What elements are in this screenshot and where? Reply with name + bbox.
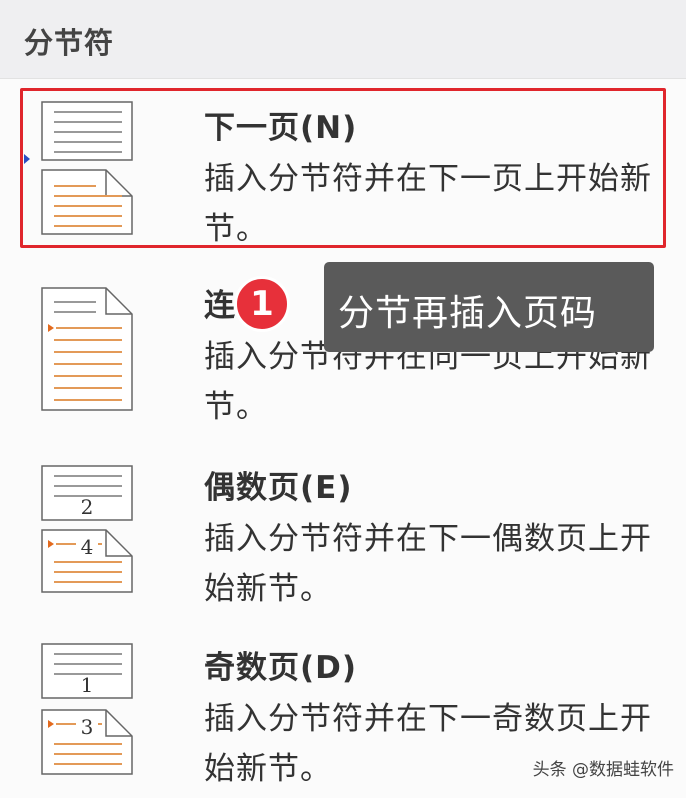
svg-text:3: 3 xyxy=(81,715,94,739)
tooltip-text: 分节再插入页码 xyxy=(338,293,598,334)
page-break-even-icon: 2 4 xyxy=(41,465,133,593)
menu-item-label: 偶数页(E) xyxy=(204,470,353,506)
svg-text:2: 2 xyxy=(81,495,94,519)
watermark: 头条 @数据蛙软件 xyxy=(532,760,674,780)
menu-item-label: 奇数页(D) xyxy=(204,650,358,686)
step-number-badge: 1 xyxy=(234,276,290,332)
page-break-odd-icon: 1 3 xyxy=(41,643,133,775)
svg-text:1: 1 xyxy=(81,673,94,697)
menu-item-description: 插入分节符并在下一偶数页上开始新节。 xyxy=(204,521,652,607)
badge-number: 1 xyxy=(250,284,274,324)
svg-text:4: 4 xyxy=(81,535,94,559)
selection-marker-icon xyxy=(24,154,30,164)
section-break-header: 分节符 xyxy=(0,0,686,79)
annotation-tooltip: 分节再插入页码 xyxy=(324,262,654,352)
page-break-continuous-icon xyxy=(41,287,133,411)
section-header-title: 分节符 xyxy=(24,26,115,60)
selection-highlight-box xyxy=(20,88,666,248)
menu-item-even-page[interactable]: 2 4 偶数页(E) 插入分节符并在下一偶数页上开始新节。 xyxy=(0,446,686,626)
menu-item-label: 连 xyxy=(204,288,236,324)
